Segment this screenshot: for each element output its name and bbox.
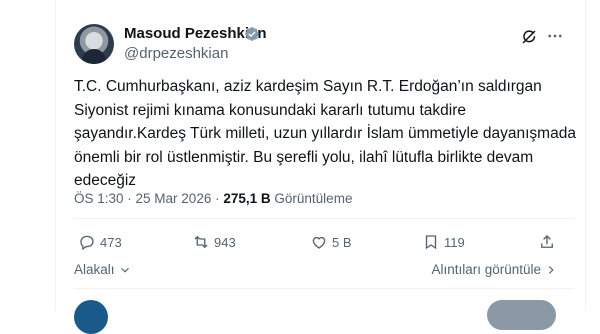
view-quotes-link[interactable]: Alıntıları görüntüle [431, 262, 558, 277]
views-label: Görüntüleme [274, 191, 353, 206]
chevron-down-icon [120, 267, 129, 273]
bookmark-button[interactable]: 119 [422, 230, 465, 254]
reply-count: 473 [100, 234, 122, 250]
bookmark-icon [425, 235, 437, 250]
action-bar: 473 943 5 B 119 [74, 230, 568, 254]
bookmark-count: 119 [444, 234, 465, 250]
more-icon[interactable] [545, 26, 565, 46]
reply-submit-button[interactable] [487, 300, 556, 330]
tweet-meta: ÖS 1:30 · 25 Mar 2026 · 275,1 B Görüntül… [74, 190, 352, 208]
reply-button[interactable]: 473 [78, 230, 122, 254]
grok-icon[interactable] [520, 28, 538, 46]
like-button[interactable]: 5 B [310, 230, 352, 254]
divider [74, 288, 574, 289]
tweet-text-line: şayandır.Kardeş Türk milleti, uzun yılla… [74, 125, 576, 142]
verified-badge-icon [245, 27, 259, 41]
reply-icon [80, 235, 94, 251]
chevron-right-icon [548, 265, 554, 274]
related-link[interactable]: Alakalı [74, 262, 132, 277]
avatar[interactable] [74, 24, 114, 64]
repost-icon [194, 235, 208, 249]
meta-separator: · [211, 191, 224, 206]
repost-button[interactable]: 943 [192, 230, 236, 254]
tweet-text-line: edeceğiz [74, 172, 137, 189]
views-count: 275,1 B [223, 191, 271, 206]
tweet-text-line: Siyonist rejimi kınama konusundaki karar… [74, 101, 466, 119]
meta-separator: · [123, 191, 136, 206]
repost-count: 943 [214, 234, 236, 250]
tweet-date[interactable]: 25 Mar 2026 [136, 191, 212, 206]
share-button[interactable] [538, 230, 560, 254]
author-handle[interactable]: @drpezeshkian [124, 44, 228, 64]
tweet-text-line: T.C. Cumhurbaşkanı, aziz kardeşim Sayın … [74, 78, 542, 95]
like-count: 5 B [332, 234, 352, 250]
tweet-text-line: önemli bir rol üstlenmiştir. Bu şerefli … [74, 148, 534, 166]
reply-composer-avatar[interactable] [74, 300, 108, 334]
tweet-time[interactable]: ÖS 1:30 [74, 191, 124, 206]
view-quotes-label: Alıntıları görüntüle [431, 262, 541, 277]
share-icon [541, 235, 553, 248]
related-label: Alakalı [74, 262, 115, 277]
tweet-text: T.C. Cumhurbaşkanı, aziz kardeşim Sayın … [74, 75, 576, 193]
heart-icon [312, 236, 326, 249]
divider [74, 218, 574, 219]
